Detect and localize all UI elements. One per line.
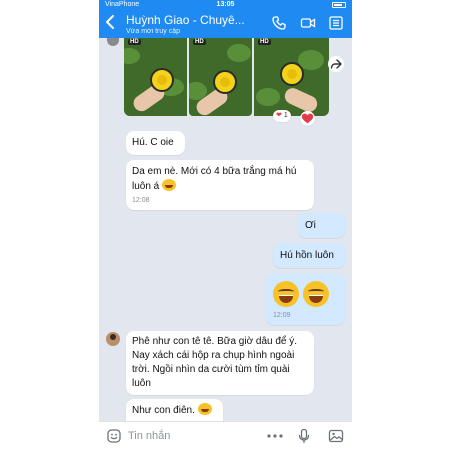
reaction-count: 1	[283, 112, 288, 119]
photo-thumbnail[interactable]: HD	[189, 38, 252, 116]
reaction-summary[interactable]: ❤ 1	[273, 110, 291, 122]
photo-thumbnail[interactable]: HD	[124, 38, 187, 116]
message-text: Như con điên.	[132, 405, 195, 416]
battery-icon	[332, 2, 346, 8]
laughing-emoji-icon	[197, 403, 212, 415]
status-bar: VinaPhone 13:05	[99, 0, 352, 10]
message-text: Hú hồn luôn	[280, 250, 334, 261]
status-time: 13:05	[216, 1, 235, 8]
message-bubble-outgoing[interactable]: Hú hồn luôn	[273, 243, 345, 268]
photo-message[interactable]: HD HD HD	[124, 38, 329, 116]
hd-badge: HD	[193, 39, 206, 45]
contact-name[interactable]: Huỳnh Giao - Chuyê...	[126, 13, 276, 27]
chat-header: VinaPhone 13:05 Huỳnh Giao - Chuyê... Vừ…	[99, 0, 352, 38]
message-input-bar: Tin nhắn	[99, 421, 352, 450]
laughing-emoji-icon	[303, 281, 329, 307]
message-time: 12:08	[132, 197, 150, 204]
message-input[interactable]: Tin nhắn	[128, 430, 170, 442]
laughing-emoji-icon	[273, 281, 299, 307]
message-bubble-outgoing[interactable]: 12:09	[266, 273, 345, 325]
heart-reaction-icon: ❤	[276, 112, 282, 119]
video-call-icon[interactable]	[300, 15, 316, 31]
message-bubble-incoming[interactable]: Hú. C oie	[126, 131, 185, 155]
message-bubble-incoming[interactable]: Phê như con tê tê. Bữa giờ dâu để ý. Nay…	[126, 331, 314, 395]
laughing-emoji-icon	[162, 179, 177, 191]
phone-screen: VinaPhone 13:05 Huỳnh Giao - Chuyê... Vừ…	[99, 0, 352, 450]
sender-avatar[interactable]	[107, 38, 119, 46]
message-text: Da em nè. Mới có 4 bữa trắng má hú luôn …	[132, 166, 297, 192]
image-gallery-icon[interactable]	[328, 428, 344, 444]
share-forward-icon[interactable]	[328, 56, 344, 72]
microphone-icon[interactable]	[296, 428, 312, 444]
hd-badge: HD	[128, 39, 141, 45]
message-time: 12:09	[273, 312, 291, 319]
heart-react-button[interactable]	[300, 111, 315, 126]
message-text: Hú. C oie	[132, 137, 174, 148]
phone-call-icon[interactable]	[271, 15, 287, 31]
message-text: Phê như con tê tê. Bữa giờ dâu để ý. Nay…	[132, 336, 298, 389]
last-seen-status: Vừa mới truy cập	[126, 28, 181, 35]
hd-badge: HD	[258, 39, 271, 45]
sticker-smiley-icon[interactable]	[106, 428, 122, 444]
message-bubble-outgoing[interactable]: Ơi	[298, 213, 345, 238]
message-bubble-incoming[interactable]: Như con điên.	[126, 399, 223, 421]
more-options-icon[interactable]	[266, 428, 283, 444]
menu-list-icon[interactable]	[328, 15, 344, 31]
sender-avatar[interactable]	[106, 332, 120, 346]
photo-thumbnail[interactable]: HD	[254, 38, 329, 116]
message-bubble-incoming[interactable]: Da em nè. Mới có 4 bữa trắng má hú luôn …	[126, 160, 314, 210]
conversation-area[interactable]: HD HD HD ❤ 1 Hú. C oie Da em nè. Mới có …	[99, 38, 352, 421]
message-text: Ơi	[305, 220, 316, 231]
back-arrow-icon[interactable]	[104, 14, 118, 30]
